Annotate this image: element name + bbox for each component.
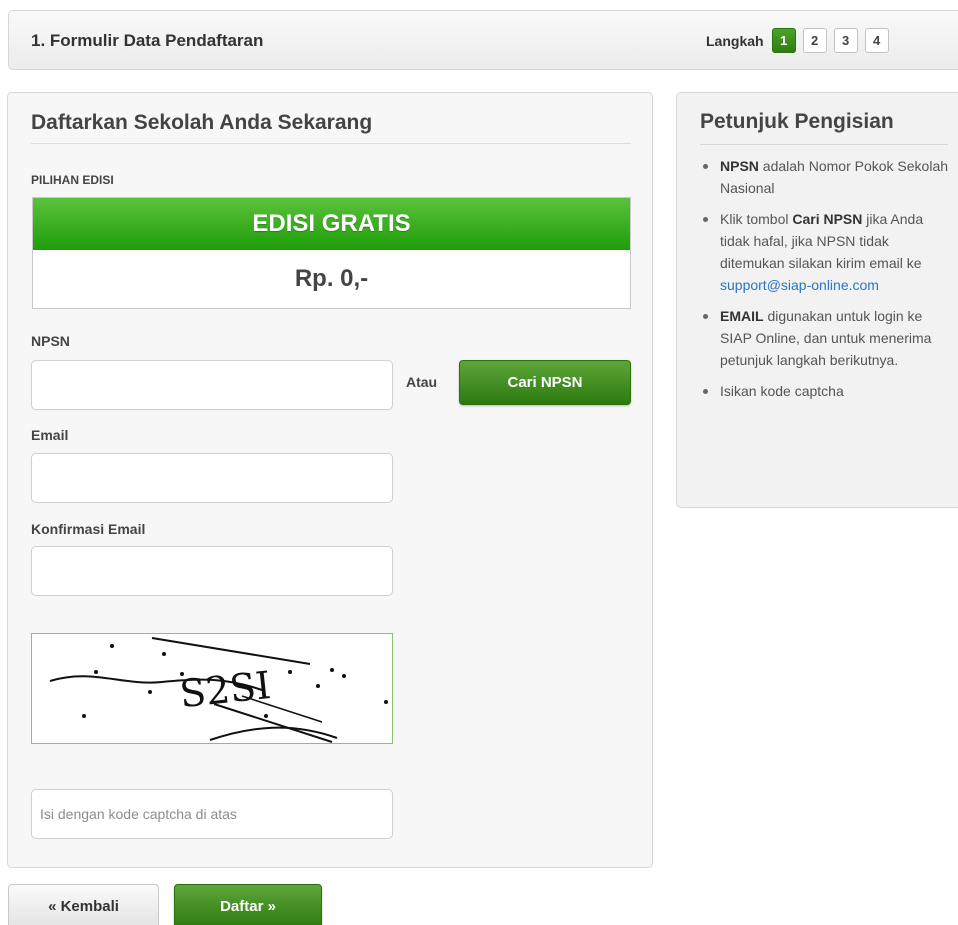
npsn-input[interactable] bbox=[31, 360, 393, 410]
help-text: Isikan kode captcha bbox=[720, 383, 844, 399]
submit-button[interactable]: Daftar » bbox=[174, 884, 322, 925]
bullet-icon bbox=[703, 217, 708, 222]
help-bold: EMAIL bbox=[720, 308, 764, 324]
step-title: 1. Formulir Data Pendaftaran bbox=[31, 31, 264, 50]
list-item: Klik tombol Cari NPSN jika Anda tidak ha… bbox=[700, 208, 948, 296]
back-button[interactable]: « Kembali bbox=[8, 884, 159, 925]
step-2[interactable]: 2 bbox=[802, 28, 827, 53]
help-text: Klik tombol bbox=[720, 211, 793, 227]
instructions-panel: Petunjuk Pengisian NPSN adalah Nomor Pok… bbox=[676, 92, 958, 508]
confirm-email-input[interactable] bbox=[31, 546, 393, 596]
bullet-icon bbox=[703, 389, 708, 394]
step-4[interactable]: 4 bbox=[864, 28, 889, 53]
list-item: EMAIL digunakan untuk login ke SIAP Onli… bbox=[700, 305, 948, 371]
list-item: Isikan kode captcha bbox=[700, 380, 948, 402]
instructions-divider bbox=[700, 144, 948, 145]
support-email-link[interactable]: support@siap-online.com bbox=[720, 277, 879, 293]
list-item: NPSN adalah Nomor Pokok Sekolah Nasional bbox=[700, 155, 948, 199]
edition-label: PILIHAN EDISI bbox=[31, 173, 114, 187]
step-header: 1. Formulir Data Pendaftaran Langkah 1 2… bbox=[8, 10, 958, 70]
bullet-icon bbox=[703, 164, 708, 169]
instructions-list: NPSN adalah Nomor Pokok Sekolah Nasional… bbox=[700, 155, 948, 411]
email-label: Email bbox=[31, 427, 69, 443]
edition-name: EDISI GRATIS bbox=[33, 198, 630, 250]
email-input[interactable] bbox=[31, 453, 393, 503]
cari-npsn-button[interactable]: Cari NPSN bbox=[459, 360, 631, 405]
step-1[interactable]: 1 bbox=[771, 28, 796, 53]
step-label: Langkah bbox=[706, 32, 764, 49]
instructions-title: Petunjuk Pengisian bbox=[700, 110, 894, 133]
form-title: Daftarkan Sekolah Anda Sekarang bbox=[31, 111, 373, 134]
confirm-email-label: Konfirmasi Email bbox=[31, 521, 146, 537]
captcha-text: S2SI bbox=[178, 663, 273, 716]
registration-form-panel: Daftarkan Sekolah Anda Sekarang PILIHAN … bbox=[7, 92, 653, 868]
captcha-drawing: S2SI bbox=[49, 637, 388, 743]
bullet-icon bbox=[703, 314, 708, 319]
edition-price: Rp. 0,- bbox=[294, 265, 369, 292]
edition-option[interactable]: EDISI GRATIS Rp. 0,- bbox=[32, 197, 631, 309]
step-3[interactable]: 3 bbox=[833, 28, 858, 53]
captcha-image: S2SI bbox=[31, 633, 393, 744]
help-bold: Cari NPSN bbox=[792, 211, 863, 227]
atau-label: Atau bbox=[406, 374, 438, 390]
step-nav: Langkah 1 2 3 4 bbox=[706, 28, 896, 53]
captcha-input[interactable] bbox=[31, 789, 393, 839]
help-bold: NPSN bbox=[720, 158, 759, 174]
npsn-label: NPSN bbox=[31, 333, 70, 349]
form-title-divider bbox=[31, 143, 631, 144]
